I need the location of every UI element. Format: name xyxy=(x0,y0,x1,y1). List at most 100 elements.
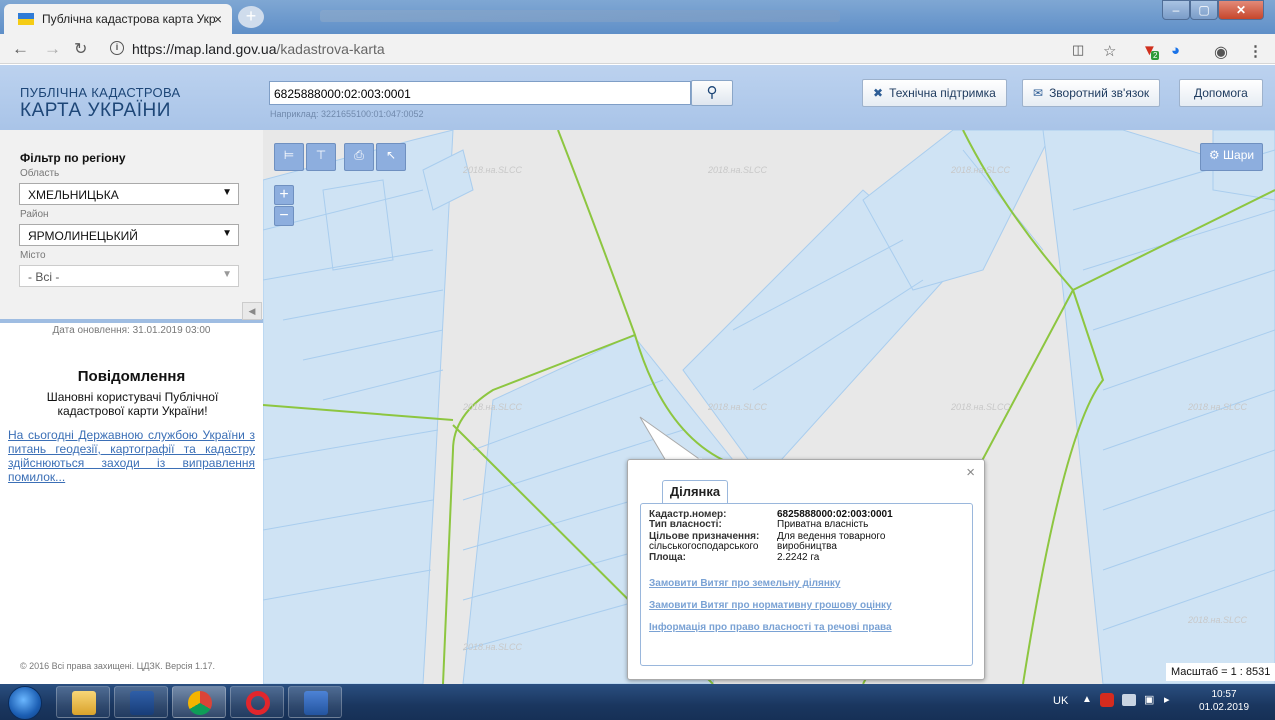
profile-icon[interactable]: ◉ xyxy=(1214,42,1228,62)
dropdown-arrow-icon: ▼ xyxy=(222,228,232,239)
zoom-out-button[interactable]: − xyxy=(274,206,294,226)
clock-date: 01.02.2019 xyxy=(1198,702,1250,713)
popup-pointer xyxy=(639,416,704,462)
volume-icon[interactable]: ▸ xyxy=(1164,693,1170,706)
search-icon: ⚲ xyxy=(706,84,718,101)
collapse-sidebar-button[interactable]: ◀ xyxy=(242,302,262,320)
url-path: /kadastrova-karta xyxy=(276,41,385,57)
tray-expand-icon[interactable]: ▲ xyxy=(1082,694,1092,705)
watermark: 2018.на.SLCC xyxy=(951,165,1010,175)
window-close-button[interactable]: ✕ xyxy=(1218,0,1264,20)
address-bar-row: ← → ↻ i https://map.land.gov.ua/kadastro… xyxy=(0,34,1275,64)
parcel-popup: × Ділянка Кадастр.номер: 6825888000:02:00… xyxy=(627,459,985,680)
watermark: 2018.на.SLCC xyxy=(708,165,767,175)
word-icon xyxy=(304,691,328,715)
network-icon[interactable]: ▣ xyxy=(1144,693,1154,706)
chrome-icon xyxy=(188,691,212,715)
print-button[interactable]: ⎙ xyxy=(344,143,374,171)
layers-button[interactable]: ⚙ Шари xyxy=(1200,143,1263,171)
watermark: 2018.на.SLCC xyxy=(463,642,522,652)
feedback-button[interactable]: ✉ Зворотний зв'язок xyxy=(1022,79,1161,107)
copyright: © 2016 Всі права захищені. ЦДЗК. Версія … xyxy=(20,661,216,671)
popup-tab-parcel[interactable]: Ділянка xyxy=(662,480,728,504)
support-label: Технічна підтримка xyxy=(889,86,996,100)
area-tool-button[interactable]: ⊤ xyxy=(306,143,336,171)
info-row: Площа: 2.2242 га xyxy=(649,552,820,563)
bookmark-star-icon[interactable]: ☆ xyxy=(1103,42,1116,60)
tools-icon: ✖ xyxy=(873,86,884,100)
site-info-icon[interactable]: i xyxy=(110,41,124,55)
new-tab-button[interactable]: + xyxy=(238,6,264,28)
translate-icon[interactable]: ◫ xyxy=(1072,42,1084,58)
tab-title: Публічна кадастрова карта Укр xyxy=(42,12,216,26)
order-extract-link[interactable]: Замовити Витяг про земельну ділянку xyxy=(649,578,840,589)
watermark: 2018.на.SLCC xyxy=(708,402,767,412)
extension-2-icon[interactable]: ◕ xyxy=(1171,42,1180,59)
ruler-tool-button[interactable]: ⊨ xyxy=(274,143,304,171)
antivirus-icon[interactable] xyxy=(1100,693,1114,707)
search-hint: Наприклад: 3221655100:01:047:0052 xyxy=(270,109,424,119)
action-center-icon[interactable] xyxy=(1122,694,1136,706)
watermark: 2018.на.SLCC xyxy=(463,165,522,175)
folder-icon xyxy=(72,691,96,715)
logo-line-1[interactable]: ПУБЛІЧНА КАДАСТРОВА xyxy=(20,85,180,100)
logo-line-2[interactable]: КАРТА УКРАЇНИ xyxy=(20,100,171,122)
city-label: Місто xyxy=(20,250,46,261)
messages-link[interactable]: На сьогодні Державною службою України з … xyxy=(8,428,255,484)
filter-title: Фільтр по регіону xyxy=(20,151,126,165)
feedback-label: Зворотний зв'язок xyxy=(1049,86,1150,100)
oblast-label: Область xyxy=(20,168,60,179)
url-input[interactable]: i https://map.land.gov.ua/kadastrova-kar… xyxy=(102,37,1132,61)
tab-close-icon[interactable]: × xyxy=(214,11,222,27)
clock[interactable]: 10:57 01.02.2019 xyxy=(1196,688,1252,714)
taskbar-word[interactable] xyxy=(288,686,342,718)
maximize-button[interactable]: ▢ xyxy=(1190,0,1218,20)
taskbar-save-app[interactable] xyxy=(114,686,168,718)
update-date: Дата оновлення: 31.01.2019 03:00 xyxy=(52,325,211,336)
clock-time: 10:57 xyxy=(1211,689,1237,700)
search-input[interactable]: 6825888000:02:003:0001 xyxy=(269,81,691,105)
oblast-value: ХМЕЛЬНИЦЬКА xyxy=(28,188,119,202)
help-button[interactable]: Допомога xyxy=(1179,79,1263,107)
identify-tool-button[interactable]: ↖ xyxy=(376,143,406,171)
ruler-icon: ⊨ xyxy=(283,148,295,162)
watermark: 2018.на.SLCC xyxy=(951,402,1010,412)
dropdown-arrow-icon: ▼ xyxy=(222,187,232,198)
messages-text: Шановні користувачі Публічної кадастрово… xyxy=(46,390,219,418)
reload-icon[interactable]: ↻ xyxy=(74,39,87,59)
blurred-window-title xyxy=(320,10,840,22)
info-row: Тип власності: Приватна власність xyxy=(649,519,869,530)
search-button[interactable]: ⚲ xyxy=(691,80,733,106)
popup-close-icon[interactable]: × xyxy=(966,464,975,481)
support-button[interactable]: ✖ Технічна підтримка xyxy=(862,79,1007,107)
popup-body: Кадастр.номер: 6825888000:02:003:0001 Тип… xyxy=(640,503,973,666)
city-value: - Всі - xyxy=(28,270,60,284)
printer-icon: ⎙ xyxy=(354,148,364,162)
extension-badge: 2 xyxy=(1151,51,1160,60)
menu-dots-icon[interactable]: ⋮ xyxy=(1248,42,1263,60)
layers-label: Шари xyxy=(1223,148,1255,162)
rayon-select[interactable]: ЯРМОЛИНЕЦЬКИЙ ▼ xyxy=(19,224,239,246)
watermark: 2018.на.SLCC xyxy=(1188,615,1247,625)
rayon-value: ЯРМОЛИНЕЦЬКИЙ xyxy=(28,229,138,243)
minimize-button[interactable]: – xyxy=(1162,0,1190,20)
taskbar: UK ▲ ▣ ▸ xyxy=(0,684,1275,720)
browser-titlebar: Публічна кадастрова карта Укр × + – ▢ ✕ xyxy=(0,0,1275,34)
dropdown-arrow-icon: ▼ xyxy=(222,269,232,280)
taskbar-chrome[interactable] xyxy=(172,686,226,718)
back-arrow-icon[interactable]: ← xyxy=(12,39,29,59)
language-indicator[interactable]: UK xyxy=(1053,695,1068,707)
ownership-info-link[interactable]: Інформація про право власності та речові… xyxy=(649,622,892,633)
city-select[interactable]: - Всі - ▼ xyxy=(19,265,239,287)
order-valuation-link[interactable]: Замовити Витяг про нормативну грошову оц… xyxy=(649,600,892,611)
forward-arrow-icon[interactable]: → xyxy=(44,39,61,59)
browser-tab[interactable]: Публічна кадастрова карта Укр × xyxy=(4,4,232,34)
area-measure-icon: ⊤ xyxy=(315,148,327,162)
taskbar-opera[interactable] xyxy=(230,686,284,718)
region-filter: Фільтр по регіону Область ХМЕЛЬНИЦЬКА ▼ Р… xyxy=(0,130,263,323)
start-button[interactable] xyxy=(8,686,42,720)
oblast-select[interactable]: ХМЕЛЬНИЦЬКА ▼ xyxy=(19,183,239,205)
floppy-disk-icon xyxy=(130,691,154,715)
taskbar-explorer[interactable] xyxy=(56,686,110,718)
zoom-in-button[interactable]: + xyxy=(274,185,294,205)
